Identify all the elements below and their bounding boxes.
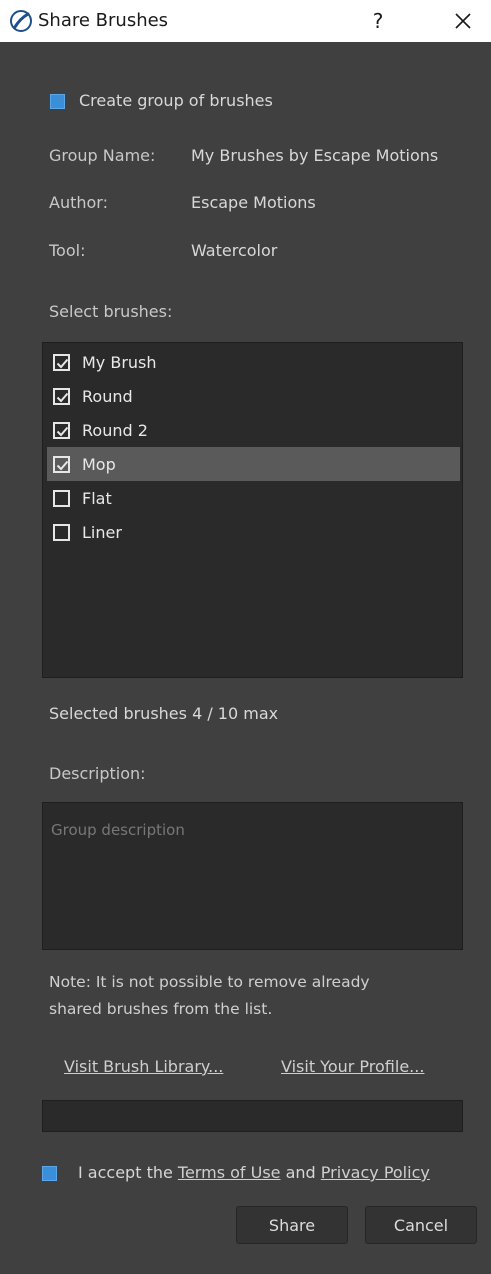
window-title: Share Brushes — [38, 10, 169, 31]
progress-bar — [42, 1100, 463, 1132]
accept-prefix: I accept the — [78, 1163, 178, 1182]
brush-list-item[interactable]: Flat — [47, 481, 460, 515]
accept-terms-checkbox[interactable] — [42, 1166, 57, 1181]
help-button[interactable]: ? — [356, 0, 400, 42]
checkbox-checked-icon[interactable] — [53, 455, 70, 473]
title-bar: Share Brushes ? — [0, 0, 491, 42]
checkbox-checked-icon[interactable] — [53, 387, 70, 405]
checkbox-unchecked-icon[interactable] — [53, 489, 70, 507]
privacy-policy-link[interactable]: Privacy Policy — [321, 1163, 430, 1182]
create-group-checkbox[interactable] — [50, 94, 65, 109]
selected-count: Selected brushes 4 / 10 max — [49, 704, 279, 723]
group-name-value: My Brushes by Escape Motions — [191, 146, 439, 165]
brush-list-item-label: My Brush — [82, 352, 157, 372]
tool-value: Watercolor — [191, 241, 278, 260]
brush-list-item[interactable]: Round 2 — [47, 413, 460, 447]
accept-middle: and — [280, 1163, 321, 1182]
author-value: Escape Motions — [191, 193, 316, 212]
brush-list-item-label: Round 2 — [82, 420, 148, 440]
cancel-button[interactable]: Cancel — [365, 1206, 477, 1244]
brush-list-item[interactable]: Round — [47, 379, 460, 413]
description-input[interactable]: Group description — [42, 802, 463, 950]
note-text: Note: It is not possible to remove alrea… — [49, 969, 459, 1023]
checkbox-unchecked-icon[interactable] — [53, 523, 70, 541]
close-icon — [455, 13, 471, 29]
description-label: Description: — [49, 764, 146, 783]
share-button[interactable]: Share — [236, 1206, 348, 1244]
brush-list-item[interactable]: My Brush — [47, 345, 460, 379]
note-line-1: Note: It is not possible to remove alrea… — [49, 973, 370, 991]
visit-profile-link[interactable]: Visit Your Profile... — [281, 1057, 424, 1076]
brush-list-item-label: Mop — [82, 454, 116, 474]
visit-brush-library-link[interactable]: Visit Brush Library... — [64, 1057, 223, 1076]
share-dialog: Create group of brushes Group Name: My B… — [0, 42, 491, 1274]
checkbox-checked-icon[interactable] — [53, 353, 70, 371]
tool-label: Tool: — [49, 241, 86, 260]
author-label: Author: — [49, 193, 108, 212]
create-group-label[interactable]: Create group of brushes — [79, 91, 273, 110]
brush-list-item-label: Round — [82, 386, 133, 406]
brush-list-item-label: Flat — [82, 488, 112, 508]
note-line-2: shared brushes from the list. — [49, 1000, 273, 1018]
brush-list-item-label: Liner — [82, 522, 122, 542]
close-button[interactable] — [441, 0, 485, 42]
group-name-label: Group Name: — [49, 146, 156, 165]
brush-list[interactable]: My Brush Round Round 2 Mop Flat Liner — [42, 342, 463, 678]
terms-of-use-link[interactable]: Terms of Use — [178, 1163, 281, 1182]
brush-list-item[interactable]: Mop — [47, 447, 460, 481]
checkbox-checked-icon[interactable] — [53, 421, 70, 439]
accept-terms-text: I accept the Terms of Use and Privacy Po… — [78, 1163, 430, 1182]
brush-list-item[interactable]: Liner — [47, 515, 460, 549]
app-brush-icon — [8, 8, 34, 34]
description-placeholder: Group description — [51, 821, 185, 839]
select-brushes-label: Select brushes: — [49, 302, 173, 321]
